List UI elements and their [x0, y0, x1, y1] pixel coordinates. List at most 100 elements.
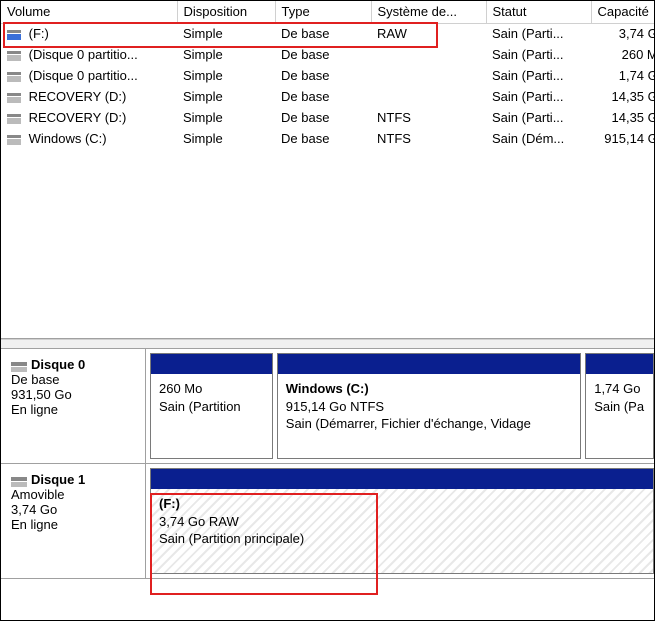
- partition-status: Sain (Pa: [594, 398, 645, 416]
- volume-table[interactable]: Volume Disposition Type Système de... St…: [1, 1, 654, 149]
- volume-icon: [7, 93, 21, 103]
- disk-size: 931,50 Go: [11, 387, 137, 402]
- partition-status: Sain (Démarrer, Fichier d'échange, Vidag…: [286, 415, 572, 433]
- partition-size: 3,74 Go RAW: [159, 513, 645, 531]
- partition-header: [586, 354, 653, 374]
- disk-info[interactable]: Disque 1Amovible3,74 GoEn ligne: [1, 464, 146, 578]
- partition-title: Windows (C:): [286, 380, 572, 398]
- cell-disposition: Simple: [177, 23, 275, 44]
- col-status[interactable]: Statut: [486, 1, 591, 23]
- volume-icon: [7, 51, 21, 61]
- cell-type: De base: [275, 44, 371, 65]
- volume-icon: [7, 135, 21, 145]
- cell-fs: RAW: [371, 23, 486, 44]
- cell-volume: (Disque 0 partitio...: [1, 65, 177, 86]
- partition-header: [151, 469, 653, 489]
- cell-type: De base: [275, 128, 371, 149]
- table-row[interactable]: (F:) SimpleDe baseRAWSain (Parti...3,74 G…: [1, 23, 654, 44]
- disk-name: Disque 0: [31, 357, 85, 372]
- cell-fs: [371, 65, 486, 86]
- cell-disposition: Simple: [177, 107, 275, 128]
- cell-disposition: Simple: [177, 86, 275, 107]
- volume-list-pane: Volume Disposition Type Système de... St…: [1, 1, 654, 339]
- volume-icon: [7, 114, 21, 124]
- cell-volume: (F:): [1, 23, 177, 44]
- disk-row: Disque 1Amovible3,74 GoEn ligne (F:)3,74…: [1, 464, 654, 579]
- disk-state: En ligne: [11, 517, 137, 532]
- cell-disposition: Simple: [177, 65, 275, 86]
- table-header-row[interactable]: Volume Disposition Type Système de... St…: [1, 1, 654, 23]
- volume-name: (Disque 0 partitio...: [25, 68, 138, 83]
- partition[interactable]: 260 MoSain (Partition: [150, 353, 273, 459]
- disk-row: Disque 0De base931,50 GoEn ligne260 MoSa…: [1, 349, 654, 464]
- cell-status: Sain (Parti...: [486, 86, 591, 107]
- cell-capacity: 1,74 Go: [591, 65, 654, 86]
- partition[interactable]: Windows (C:)915,14 Go NTFSSain (Démarrer…: [277, 353, 581, 459]
- volume-name: (F:): [25, 26, 49, 41]
- disk-graphical-pane: Disque 0De base931,50 GoEn ligne260 MoSa…: [1, 349, 654, 579]
- disk-icon: [11, 360, 27, 372]
- cell-capacity: 260 Mo: [591, 44, 654, 65]
- disk-type: Amovible: [11, 487, 137, 502]
- volume-name: RECOVERY (D:): [25, 89, 126, 104]
- cell-fs: [371, 86, 486, 107]
- table-row[interactable]: (Disque 0 partitio... SimpleDe base Sain (…: [1, 44, 654, 65]
- partition-body: 260 MoSain (Partition: [151, 374, 272, 458]
- disk-info[interactable]: Disque 0De base931,50 GoEn ligne: [1, 349, 146, 463]
- col-disposition[interactable]: Disposition: [177, 1, 275, 23]
- partition-header: [278, 354, 580, 374]
- partition-body: Windows (C:)915,14 Go NTFSSain (Démarrer…: [278, 374, 580, 458]
- col-capacity[interactable]: Capacité: [591, 1, 654, 23]
- volume-name: Windows (C:): [25, 131, 107, 146]
- disk-name: Disque 1: [31, 472, 85, 487]
- disk-size: 3,74 Go: [11, 502, 137, 517]
- cell-fs: NTFS: [371, 107, 486, 128]
- cell-status: Sain (Parti...: [486, 23, 591, 44]
- cell-status: Sain (Parti...: [486, 65, 591, 86]
- cell-status: Sain (Parti...: [486, 44, 591, 65]
- col-filesystem[interactable]: Système de...: [371, 1, 486, 23]
- cell-fs: [371, 44, 486, 65]
- cell-capacity: 14,35 Go: [591, 86, 654, 107]
- cell-disposition: Simple: [177, 128, 275, 149]
- cell-capacity: 14,35 Go: [591, 107, 654, 128]
- partition-size: 1,74 Go: [594, 380, 645, 398]
- partition-body: 1,74 GoSain (Pa: [586, 374, 653, 458]
- partition-size: 260 Mo: [159, 380, 264, 398]
- cell-capacity: 915,14 Go: [591, 128, 654, 149]
- cell-volume: Windows (C:): [1, 128, 177, 149]
- table-row[interactable]: (Disque 0 partitio...SimpleDe baseSain (…: [1, 65, 654, 86]
- col-volume[interactable]: Volume: [1, 1, 177, 23]
- cell-type: De base: [275, 23, 371, 44]
- cell-type: De base: [275, 107, 371, 128]
- disk-state: En ligne: [11, 402, 137, 417]
- table-row[interactable]: RECOVERY (D:) SimpleDe base Sain (Parti...…: [1, 86, 654, 107]
- cell-volume: (Disque 0 partitio...: [1, 44, 177, 65]
- volume-icon: [7, 72, 21, 82]
- col-type[interactable]: Type: [275, 1, 371, 23]
- cell-capacity: 3,74 Go: [591, 23, 654, 44]
- partition-header: [151, 354, 272, 374]
- partition-body: (F:)3,74 Go RAWSain (Partition principal…: [151, 489, 653, 573]
- cell-disposition: Simple: [177, 44, 275, 65]
- partition[interactable]: (F:)3,74 Go RAWSain (Partition principal…: [150, 468, 654, 574]
- cell-fs: NTFS: [371, 128, 486, 149]
- table-row[interactable]: RECOVERY (D:)SimpleDe baseNTFSSain (Part…: [1, 107, 654, 128]
- disk-type: De base: [11, 372, 137, 387]
- cell-status: Sain (Dém...: [486, 128, 591, 149]
- partition-status: Sain (Partition: [159, 398, 264, 416]
- disk-partitions: (F:)3,74 Go RAWSain (Partition principal…: [146, 464, 654, 578]
- partition[interactable]: 1,74 GoSain (Pa: [585, 353, 654, 459]
- volume-icon: [7, 30, 21, 40]
- partition-size: 915,14 Go NTFS: [286, 398, 572, 416]
- disk-icon: [11, 475, 27, 487]
- disk-partitions: 260 MoSain (PartitionWindows (C:)915,14 …: [146, 349, 654, 463]
- pane-separator[interactable]: [1, 339, 654, 349]
- volume-name: (Disque 0 partitio...: [25, 47, 138, 62]
- cell-volume: RECOVERY (D:): [1, 86, 177, 107]
- cell-volume: RECOVERY (D:): [1, 107, 177, 128]
- volume-name: RECOVERY (D:): [25, 110, 126, 125]
- partition-status: Sain (Partition principale): [159, 530, 645, 548]
- cell-type: De base: [275, 86, 371, 107]
- table-row[interactable]: Windows (C:) SimpleDe baseNTFSSain (Dém..…: [1, 128, 654, 149]
